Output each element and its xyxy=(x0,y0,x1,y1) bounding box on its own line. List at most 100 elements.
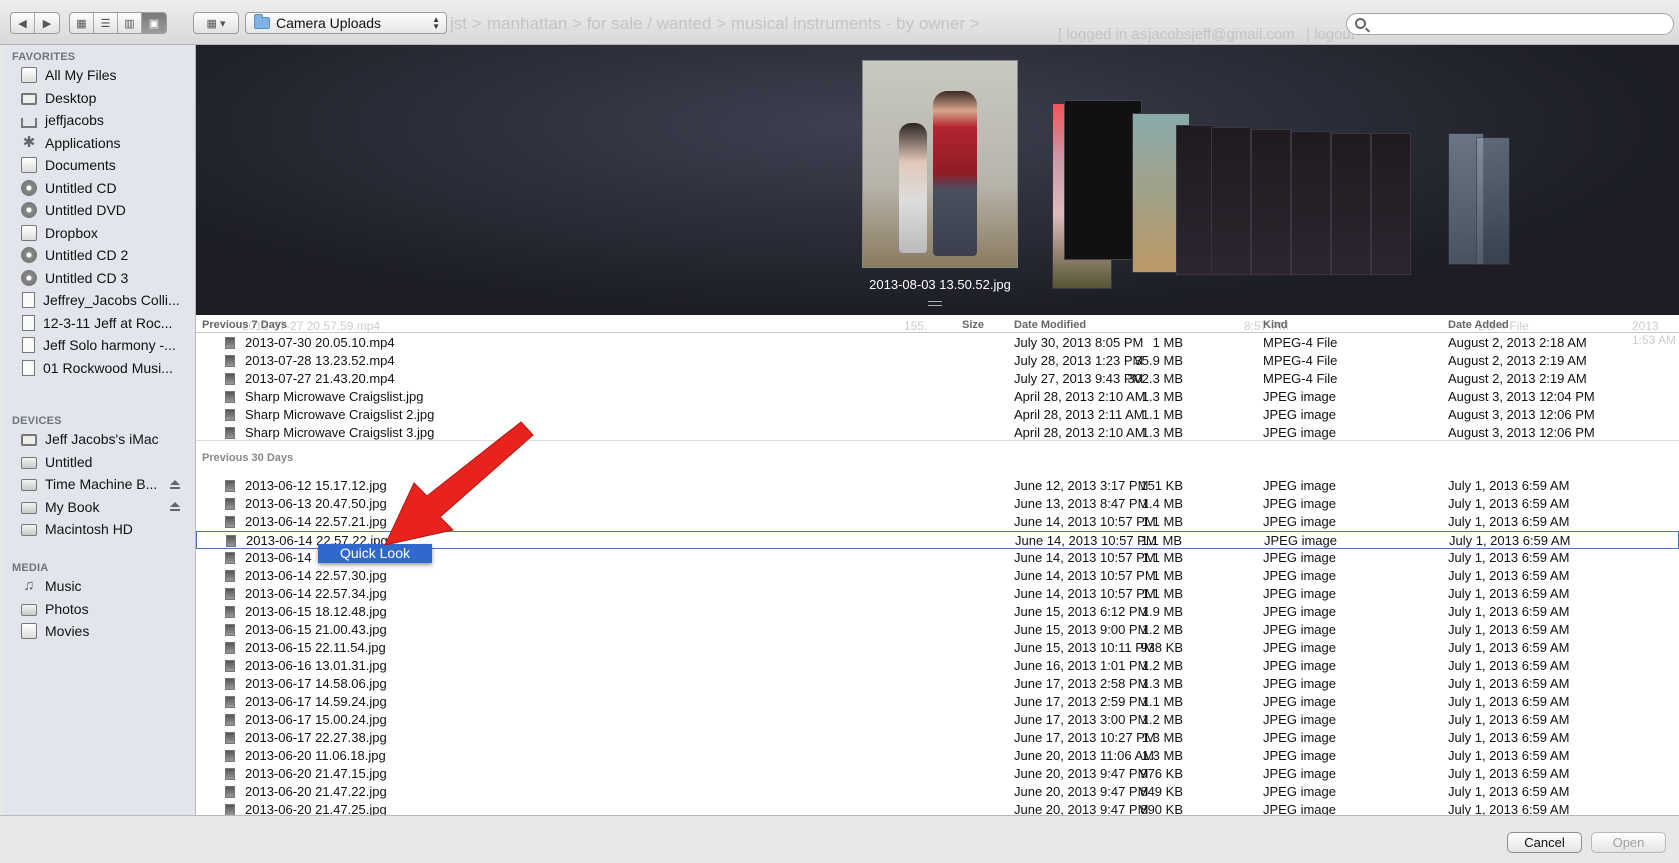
table-row[interactable]: 2013-06-20 21.47.22.jpg 849 KB June 20, 20… xyxy=(196,783,1679,801)
table-row[interactable]: 2013-06-15 22.11.54.jpg 938 KB June 15, 20… xyxy=(196,639,1679,657)
table-row[interactable]: 2013-06-14 22.57.34.jpg 1.1 MB June 14, 20… xyxy=(196,585,1679,603)
sidebar-item-label: Dropbox xyxy=(45,224,98,241)
column-header-date-added[interactable]: Date Added xyxy=(1448,319,1509,331)
drive-icon xyxy=(21,456,37,469)
sidebar-item-dropbox[interactable]: Dropbox xyxy=(3,222,195,244)
table-row[interactable]: 2013-06-17 22.27.38.jpg 1.3 MB June 17, 20… xyxy=(196,729,1679,747)
sidebar-item-photos[interactable]: Photos xyxy=(3,598,195,620)
coverflow-thumb-11[interactable] xyxy=(1476,137,1510,265)
list-view-button[interactable]: ☰ xyxy=(94,13,118,33)
sidebar-item-01-rockwood-musi[interactable]: 01 Rockwood Musi... xyxy=(3,357,195,379)
eject-icon[interactable] xyxy=(170,479,180,489)
sidebar-item-untitled-cd[interactable]: Untitled CD xyxy=(3,177,195,199)
arrange-button[interactable]: ▦ ▾ xyxy=(193,12,239,34)
table-row[interactable]: 2013-07-28 13.23.52.mp4 35.9 MB July 28, 2… xyxy=(196,352,1679,370)
cell-name: 2013-06-14 xyxy=(245,550,312,565)
cell-kind: JPEG image xyxy=(1263,748,1336,763)
column-view-button[interactable]: ▥ xyxy=(118,13,142,33)
sidebar-item-jeff-jacobs-s-imac[interactable]: Jeff Jacobs's iMac xyxy=(3,428,195,450)
sidebar-item-jeffrey-jacobs-colli[interactable]: Jeffrey_Jacobs Colli... xyxy=(3,289,195,311)
table-row[interactable]: 2013-06-13 20.47.50.jpg 1.4 MB June 13, 20… xyxy=(196,495,1679,513)
cell-name: 2013-06-17 14.59.24.jpg xyxy=(245,694,387,709)
coverflow-thumb-7[interactable] xyxy=(1291,131,1331,275)
cell-kind: MPEG-4 File xyxy=(1263,353,1338,368)
cell-modified: June 15, 2013 10:11 PM xyxy=(1014,640,1155,655)
sidebar-item-documents[interactable]: Documents xyxy=(3,154,195,176)
table-row[interactable]: Sharp Microwave Craigslist.jpg 1.3 MB Apri… xyxy=(196,388,1679,406)
column-header-date-modified[interactable]: Date Modified xyxy=(1014,319,1086,331)
back-button[interactable]: ◀ xyxy=(11,13,35,33)
table-row[interactable]: 2013-07-30 20.05.10.mp4 1 MB July 30, 2013… xyxy=(196,334,1679,352)
table-row[interactable]: 2013-06-15 21.00.43.jpg 1.2 MB June 15, 20… xyxy=(196,621,1679,639)
sidebar-item-jeff-solo-harmony[interactable]: Jeff Solo harmony -... xyxy=(3,334,195,356)
coverflow-thumb-phone-screenshot[interactable] xyxy=(1064,100,1142,260)
arrange-grid-icon: ▦ ▾ xyxy=(206,17,226,30)
table-row[interactable]: Sharp Microwave Craigslist 2.jpg 1.1 MB Ap… xyxy=(196,406,1679,424)
search-field[interactable] xyxy=(1346,13,1674,35)
forward-button[interactable]: ▶ xyxy=(35,13,59,33)
sidebar-item-untitled-cd-2[interactable]: Untitled CD 2 xyxy=(3,244,195,266)
location-popup[interactable]: Camera Uploads ▲ ▼ xyxy=(245,12,447,34)
sidebar-item-all-my-files[interactable]: All My Files xyxy=(3,64,195,86)
sidebar-item-desktop[interactable]: Desktop xyxy=(3,87,195,109)
open-button[interactable]: Open xyxy=(1591,832,1666,853)
cell-added: July 1, 2013 6:59 AM xyxy=(1448,730,1570,745)
document-icon xyxy=(22,337,35,353)
sidebar-item-time-machine-b[interactable]: Time Machine B... xyxy=(3,473,195,495)
table-row[interactable]: 2013-07-27 21.43.20.mp4 302.3 MB July 27, … xyxy=(196,370,1679,388)
cell-kind: JPEG image xyxy=(1263,550,1336,565)
sidebar-item-macintosh-hd[interactable]: Macintosh HD xyxy=(3,518,195,540)
cell-modified: June 14, 2013 10:57 PM xyxy=(1014,586,1156,601)
quick-look-menu-item[interactable]: Quick Look xyxy=(318,544,432,563)
coverflow-thumb-5[interactable] xyxy=(1211,127,1251,275)
table-row[interactable]: 2013-06-15 18.12.48.jpg 1.9 MB June 15, 20… xyxy=(196,603,1679,621)
table-row[interactable]: 2013-06-17 14.58.06.jpg 1.3 MB June 17, 20… xyxy=(196,675,1679,693)
table-row[interactable]: 2013-06-20 21.47.25.jpg 890 KB June 20, 20… xyxy=(196,801,1679,815)
icon-view-button[interactable]: ▦ xyxy=(70,13,94,33)
toolbar: ◀ ▶ ▦ ☰ ▥ ▣ ▦ ▾ Camera Uploads ▲ ▼ jst > … xyxy=(0,0,1679,45)
coverflow-thumb-4[interactable] xyxy=(1176,125,1216,275)
coverflow-resize-handle[interactable] xyxy=(928,301,942,306)
sidebar-item-music[interactable]: ♫ Music xyxy=(3,575,195,597)
eject-icon[interactable] xyxy=(170,502,180,511)
column-header-kind[interactable]: Kind xyxy=(1263,319,1287,331)
cell-added: July 1, 2013 6:59 AM xyxy=(1448,550,1570,565)
table-row[interactable]: 2013-06-12 15.17.12.jpg 151 KB June 12, 20… xyxy=(196,477,1679,495)
table-row[interactable]: 2013-06-14 22.57.21.jpg 1.1 MB June 14, 20… xyxy=(196,513,1679,531)
column-header-size[interactable]: Size xyxy=(962,319,984,331)
file-thumbnail-icon xyxy=(225,552,235,564)
file-thumbnail-icon xyxy=(225,768,235,780)
sidebar-item-applications[interactable]: ✱ Applications xyxy=(3,132,195,154)
column-view-icon: ▥ xyxy=(124,17,135,30)
cell-kind: JPEG image xyxy=(1263,389,1336,404)
sidebar-section-favorites: FAVORITES xyxy=(12,51,76,63)
sidebar-section-media: MEDIA xyxy=(12,562,49,574)
sidebar-item-untitled[interactable]: Untitled xyxy=(3,451,195,473)
table-row[interactable]: 2013-06-14 22.57.30.jpg 1 MB June 14, 2013… xyxy=(196,567,1679,585)
coverflow-thumb-6[interactable] xyxy=(1251,129,1291,275)
cell-name: 2013-06-13 20.47.50.jpg xyxy=(245,496,387,511)
cell-modified: June 20, 2013 11:06 AM xyxy=(1014,748,1154,763)
sidebar-item-movies[interactable]: Movies xyxy=(3,620,195,642)
table-row[interactable]: 2013-06-16 13.01.31.jpg 1.2 MB June 16, 20… xyxy=(196,657,1679,675)
coverflow-view-button[interactable]: ▣ xyxy=(142,13,166,33)
file-thumbnail-icon xyxy=(225,337,235,349)
table-row[interactable]: 2013-06-17 15.00.24.jpg 1.2 MB June 17, 20… xyxy=(196,711,1679,729)
sidebar-item-untitled-dvd[interactable]: Untitled DVD xyxy=(3,199,195,221)
open-file-dialog: ◀ ▶ ▦ ☰ ▥ ▣ ▦ ▾ Camera Uploads ▲ ▼ jst > … xyxy=(0,0,1679,863)
cancel-button[interactable]: Cancel xyxy=(1507,832,1582,853)
coverflow-thumb-8[interactable] xyxy=(1331,133,1371,275)
coverflow-thumb-9[interactable] xyxy=(1371,133,1411,275)
cell-added: July 1, 2013 6:59 AM xyxy=(1448,694,1570,709)
document-icon xyxy=(22,292,35,308)
coverflow-view[interactable]: 2013-08-03 13.50.52.jpg xyxy=(196,45,1679,315)
cell-modified: June 17, 2013 2:58 PM xyxy=(1014,676,1149,691)
sidebar-item-12-3-11-jeff-at-roc[interactable]: 12-3-11 Jeff at Roc... xyxy=(3,312,195,334)
sidebar-item-jeffjacobs[interactable]: jeffjacobs xyxy=(3,109,195,131)
coverflow-selected-image[interactable] xyxy=(862,60,1018,268)
table-row[interactable]: 2013-06-20 21.47.15.jpg 976 KB June 20, 20… xyxy=(196,765,1679,783)
sidebar-item-untitled-cd-3[interactable]: Untitled CD 3 xyxy=(3,267,195,289)
table-row[interactable]: 2013-06-20 11.06.18.jpg 1.3 MB June 20, 20… xyxy=(196,747,1679,765)
sidebar-item-my-book[interactable]: My Book xyxy=(3,496,195,518)
table-row[interactable]: 2013-06-17 14.59.24.jpg 1.1 MB June 17, 20… xyxy=(196,693,1679,711)
